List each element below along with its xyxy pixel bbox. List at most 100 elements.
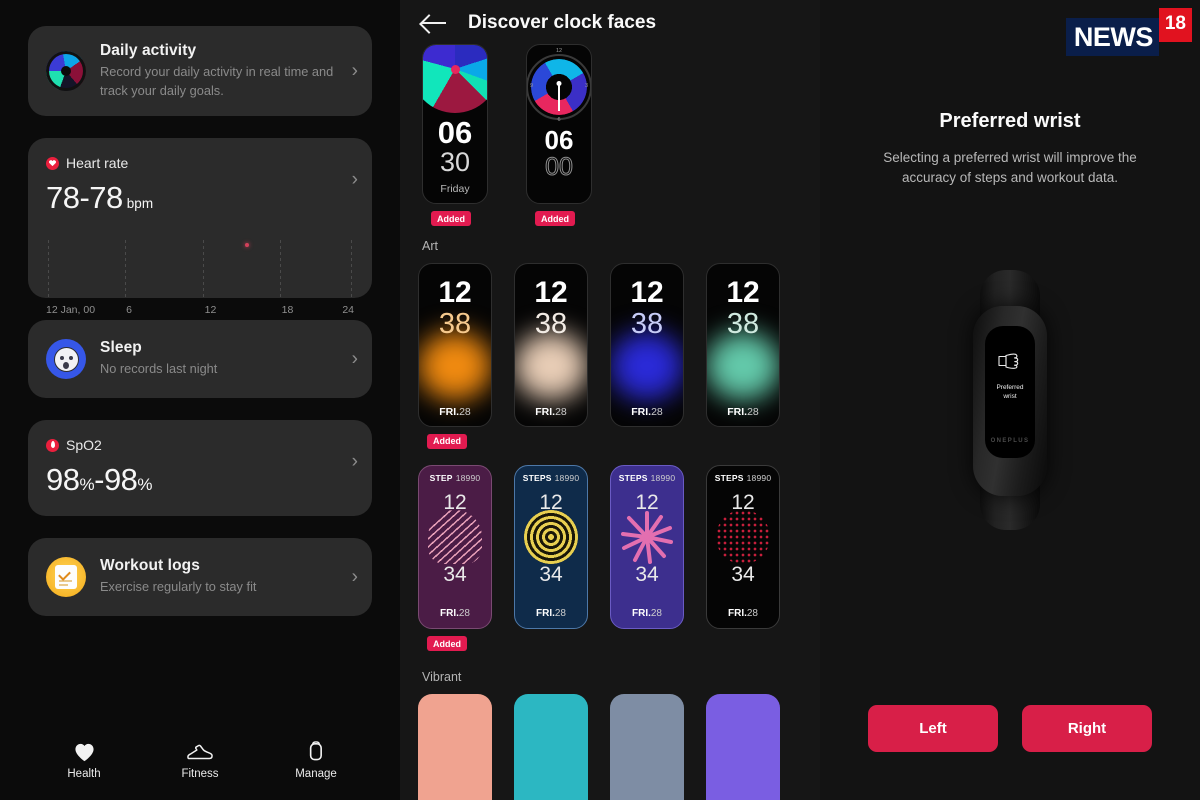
face-minute: 00	[545, 153, 574, 181]
blood-drop-icon	[46, 438, 59, 452]
chevron-right-icon[interactable]: ›	[352, 350, 358, 369]
steps-value: 18990	[650, 473, 676, 483]
workout-logs-subtitle: Exercise regularly to stay fit	[100, 579, 257, 595]
daily-activity-subtitle: Record your daily activity in real time …	[100, 64, 334, 98]
news18-word: NEWS	[1065, 18, 1159, 56]
sleep-subtitle: No records last night	[100, 361, 218, 377]
clock-face-vibrant-teal[interactable]	[514, 693, 588, 800]
glow-graphic	[419, 331, 491, 400]
back-arrow-icon[interactable]	[422, 12, 448, 34]
clock-face-steps-violet[interactable]: STEPS 18990 12 34 FRI.28	[610, 465, 684, 629]
status-badge: Added	[431, 211, 471, 226]
clock-face-pie-art[interactable]: 06 30 Friday	[422, 44, 488, 204]
sleep-face-icon	[46, 339, 86, 380]
face-hour: 12	[731, 491, 755, 514]
spo2-pct: %	[79, 475, 95, 495]
card-daily-activity[interactable]: Daily activity Record your daily activit…	[28, 26, 372, 117]
face-hour: 06	[437, 115, 473, 150]
face-date-day: FRI.	[535, 608, 555, 619]
chart-gridline	[124, 240, 126, 299]
clock-face-item[interactable]	[514, 693, 588, 800]
clock-face-item[interactable]	[418, 693, 492, 800]
clock-face-item[interactable]: 06 30 Friday Added	[422, 44, 496, 227]
clock-face-item[interactable]: STEPS 18990 12 34 FRI.28	[706, 465, 780, 652]
card-sleep[interactable]: Sleep No records last night ›	[28, 320, 372, 399]
face-hour: 06	[544, 125, 574, 155]
installed-faces-row: 06 30 Friday Added 12 3 6 9 06 00 Added	[400, 44, 820, 227]
preferred-wrist-panel: NEWS 18 Preferred wrist Selecting a pref…	[820, 0, 1200, 800]
heart-rate-value-row: 78-78 bpm	[46, 180, 354, 216]
chart-gridline	[280, 240, 282, 299]
chevron-right-icon[interactable]: ›	[352, 170, 358, 189]
face-date: FRI.28	[611, 406, 683, 418]
steps-value: 18990	[554, 473, 580, 483]
steps-label: STEPS	[522, 473, 552, 483]
face-minute: 38	[630, 307, 664, 340]
face-date-day: FRI.	[631, 405, 652, 418]
clock-face-art-cream[interactable]: 12 38 FRI.28	[514, 262, 588, 427]
face-hour: 12	[630, 275, 664, 309]
clock-face-steps-purple[interactable]: STEP 18990 12 34 FRI.28	[418, 465, 492, 629]
spo2-value-low: 98	[46, 462, 80, 498]
band-brand-label: ONEPLUS	[990, 438, 1030, 444]
pie-art-graphic	[423, 45, 487, 117]
chevron-right-icon[interactable]: ›	[352, 568, 358, 587]
clock-face-art-blue[interactable]: 12 38 FRI.28	[610, 262, 684, 427]
face-date: FRI.28	[707, 406, 779, 418]
steps-value: 18990	[455, 473, 481, 483]
clock-face-item[interactable]: 12 38 FRI.28 Added	[418, 262, 492, 450]
nav-item-health[interactable]: Health	[44, 740, 124, 780]
section-label-vibrant: Vibrant	[422, 669, 462, 684]
clock-face-item[interactable]: 12 38 FRI.28	[706, 262, 780, 450]
right-button[interactable]: Right	[1022, 705, 1152, 752]
card-spo2[interactable]: SpO2 98%-98% ›	[28, 420, 372, 517]
face-minute: 34	[443, 563, 467, 586]
sleep-face-glyph	[53, 346, 79, 372]
heart-rate-head: Heart rate	[46, 155, 354, 171]
clock-face-steps-navy[interactable]: STEPS 18990 12 34 FRI.28	[514, 465, 588, 629]
nav-item-manage[interactable]: Manage	[276, 740, 356, 780]
left-button[interactable]: Left	[868, 705, 998, 752]
clock-face-item[interactable]: 12 3 6 9 06 00 Added	[526, 44, 600, 227]
tick-9: 9	[530, 83, 534, 89]
face-date: FRI.28	[611, 608, 683, 619]
clock-face-item[interactable]: STEPS 18990 12 34 FRI.28	[514, 465, 588, 652]
card-workout-logs[interactable]: Workout logs Exercise regularly to stay …	[28, 538, 372, 617]
chart-data-point	[244, 243, 249, 248]
clock-face-vibrant-salmon[interactable]	[418, 693, 492, 800]
nav-item-fitness[interactable]: Fitness	[160, 740, 240, 780]
clock-face-item[interactable]: STEPS 18990 12 34 FRI.28	[610, 465, 684, 652]
clock-face-rings[interactable]: 12 3 6 9 06 00	[526, 44, 592, 204]
clock-face-vibrant-slate[interactable]	[610, 693, 684, 800]
band-screen: Preferred wrist ONEPLUS	[985, 326, 1035, 458]
diagonal-lines-graphic	[428, 510, 482, 564]
nav-label-health: Health	[67, 768, 101, 780]
clock-face-item[interactable]	[706, 693, 780, 800]
steps-header: STEPS 18990	[611, 473, 683, 483]
face-date-num: 28	[746, 608, 758, 619]
workout-checklist-icon	[46, 557, 86, 598]
checklist-glyph	[55, 565, 77, 590]
chevron-right-icon[interactable]: ›	[352, 62, 358, 81]
face-minute: 30	[439, 147, 471, 177]
face-date-num: 28	[747, 405, 759, 418]
vibrant-faces-row	[400, 693, 820, 800]
clock-face-item[interactable]: 12 38 FRI.28	[514, 262, 588, 450]
chevron-right-icon[interactable]: ›	[352, 452, 358, 471]
clock-face-vibrant-purple[interactable]	[706, 693, 780, 800]
band-device-icon	[308, 740, 324, 762]
clock-face-item[interactable]	[610, 693, 684, 800]
clock-hand	[558, 83, 560, 111]
glow-graphic	[611, 331, 683, 400]
card-heart-rate[interactable]: Heart rate 78-78 bpm 12 Jan, 00 6 12 18 2…	[28, 138, 372, 316]
clock-face-art-orange[interactable]: 12 38 FRI.28	[418, 262, 492, 427]
steps-header: STEP 18990	[419, 473, 491, 483]
clock-face-item[interactable]: STEP 18990 12 34 FRI.28 Added	[418, 465, 492, 652]
tick-12: 12	[555, 48, 563, 54]
face-hour: 12	[443, 491, 467, 514]
face-date-day: FRI.	[631, 608, 651, 619]
clock-face-item[interactable]: 12 38 FRI.28	[610, 262, 684, 450]
clock-face-steps-black[interactable]: STEPS 18990 12 34 FRI.28	[706, 465, 780, 629]
face-date-num: 28	[555, 405, 567, 418]
clock-face-art-green[interactable]: 12 38 FRI.28	[706, 262, 780, 427]
